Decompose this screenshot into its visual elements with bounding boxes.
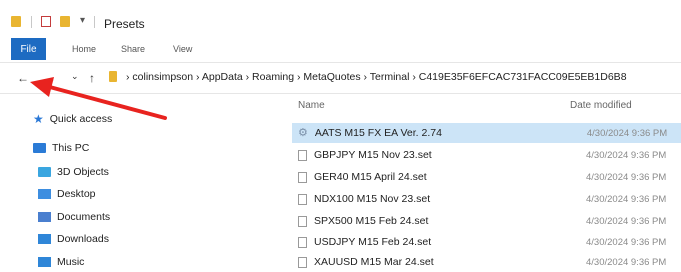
sidebar-item-label: Quick access bbox=[49, 113, 113, 125]
sidebar-item-label: 3D Objects bbox=[57, 166, 109, 178]
music-icon bbox=[38, 257, 51, 267]
sidebar-item-desktop[interactable]: Desktop bbox=[38, 188, 96, 200]
ribbon bbox=[0, 36, 681, 62]
divider bbox=[94, 16, 95, 28]
new-folder-icon[interactable] bbox=[60, 16, 70, 27]
application-icon: ⚙ bbox=[298, 126, 308, 139]
file-name: GER40 M15 April 24.set bbox=[314, 171, 427, 183]
column-header-name[interactable]: Name bbox=[298, 100, 325, 111]
sidebar-item-3d-objects[interactable]: 3D Objects bbox=[38, 166, 109, 178]
3d-objects-icon bbox=[38, 167, 51, 177]
forward-button[interactable]: → bbox=[44, 71, 56, 85]
tab-view[interactable]: View bbox=[173, 44, 192, 54]
folder-icon bbox=[109, 71, 117, 82]
file-row[interactable]: USDJPY M15 Feb 24.set 4/30/2024 9:36 PM bbox=[292, 232, 681, 252]
file-row[interactable]: XAUUSD M15 Mar 24.set 4/30/2024 9:36 PM bbox=[292, 252, 681, 272]
sidebar-item-label: This PC bbox=[52, 142, 90, 154]
file-row[interactable]: SPX500 M15 Feb 24.set 4/30/2024 9:36 PM bbox=[292, 211, 681, 231]
sidebar-item-label: Desktop bbox=[57, 188, 96, 200]
sidebar-item-music[interactable]: Music bbox=[38, 256, 84, 268]
desktop-icon bbox=[38, 189, 51, 199]
title-bar bbox=[0, 0, 681, 36]
sidebar-item-label: Documents bbox=[57, 211, 111, 223]
file-name: GBPJPY M15 Nov 23.set bbox=[314, 149, 432, 161]
file-name: XAUUSD M15 Mar 24.set bbox=[314, 256, 434, 268]
file-name: NDX100 M15 Nov 23.set bbox=[314, 193, 431, 205]
file-tab[interactable]: File bbox=[11, 38, 46, 60]
sidebar-item-label: Music bbox=[57, 256, 85, 268]
file-date: 4/30/2024 9:36 PM bbox=[586, 127, 668, 139]
file-date: 4/30/2024 9:36 PM bbox=[586, 236, 667, 248]
file-row[interactable]: GBPJPY M15 Nov 23.set 4/30/2024 9:36 PM bbox=[292, 145, 681, 165]
file-icon bbox=[298, 171, 307, 183]
sidebar-item-downloads[interactable]: Downloads bbox=[38, 233, 109, 245]
sidebar-item-quick-access[interactable]: ★ Quick access bbox=[33, 113, 112, 125]
recent-locations-chevron-icon[interactable]: ⌄ bbox=[71, 71, 79, 82]
tab-home[interactable]: Home bbox=[72, 44, 96, 54]
file-row[interactable]: NDX100 M15 Nov 23.set 4/30/2024 9:36 PM bbox=[292, 189, 681, 209]
file-name: SPX500 M15 Feb 24.set bbox=[314, 215, 429, 227]
up-button[interactable]: ↑ bbox=[89, 71, 95, 85]
breadcrumb[interactable]: › colinsimpson › AppData › Roaming › Met… bbox=[126, 71, 681, 83]
file-icon bbox=[298, 149, 307, 161]
back-button[interactable]: ← bbox=[17, 71, 29, 85]
file-date: 4/30/2024 9:36 PM bbox=[586, 193, 667, 205]
star-icon: ★ bbox=[33, 112, 44, 126]
file-icon bbox=[298, 236, 307, 248]
properties-icon[interactable] bbox=[41, 16, 51, 27]
computer-icon bbox=[33, 143, 46, 153]
window-title: Presets bbox=[104, 17, 145, 31]
file-row[interactable]: ⚙ AATS M15 FX EA Ver. 2.74 4/30/2024 9:3… bbox=[292, 123, 681, 143]
divider bbox=[31, 16, 32, 28]
file-icon bbox=[298, 215, 307, 227]
documents-icon bbox=[38, 212, 51, 222]
column-header-date-modified[interactable]: Date modified bbox=[570, 100, 632, 111]
file-icon bbox=[298, 193, 307, 205]
file-name: AATS M15 FX EA Ver. 2.74 bbox=[314, 127, 442, 139]
tab-share[interactable]: Share bbox=[121, 44, 145, 54]
file-date: 4/30/2024 9:36 PM bbox=[586, 215, 667, 227]
file-date: 4/30/2024 9:36 PM bbox=[586, 149, 667, 161]
sidebar-item-documents[interactable]: Documents bbox=[38, 211, 110, 223]
customize-dropdown-icon[interactable]: ▾ bbox=[80, 15, 85, 26]
sidebar-item-this-pc[interactable]: This PC bbox=[33, 142, 89, 154]
file-date: 4/30/2024 9:36 PM bbox=[586, 256, 667, 268]
downloads-icon bbox=[38, 234, 51, 244]
sidebar-item-label: Downloads bbox=[57, 233, 109, 245]
file-date: 4/30/2024 9:36 PM bbox=[586, 171, 667, 183]
file-name: USDJPY M15 Feb 24.set bbox=[314, 236, 432, 248]
file-icon bbox=[298, 256, 307, 268]
folder-icon[interactable] bbox=[11, 16, 21, 27]
file-row[interactable]: GER40 M15 April 24.set 4/30/2024 9:36 PM bbox=[292, 167, 681, 187]
